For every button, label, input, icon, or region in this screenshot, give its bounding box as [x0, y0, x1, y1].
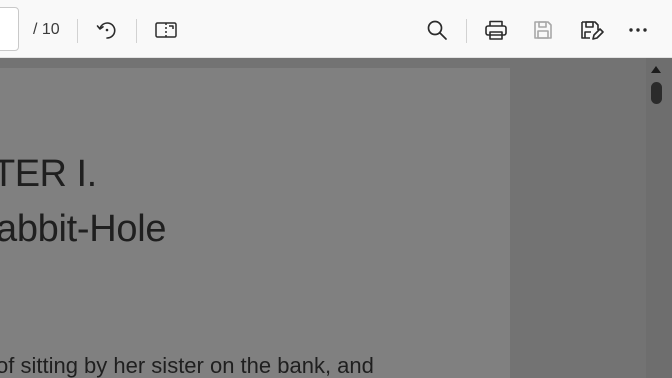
scrollbar-thumb[interactable]: [651, 82, 662, 104]
rotate-button[interactable]: [92, 15, 122, 45]
rotate-icon: [95, 18, 119, 42]
page-total-label: / 10: [33, 21, 60, 38]
toolbar-divider: [77, 19, 78, 43]
save-icon: [531, 18, 555, 42]
vertical-scrollbar[interactable]: [646, 58, 672, 378]
chapter-heading: TER I.: [0, 153, 97, 195]
toolbar: / 10: [0, 0, 672, 58]
scroll-up-arrow-icon[interactable]: [651, 66, 661, 73]
page-view-icon: [153, 18, 179, 42]
print-button[interactable]: [481, 15, 511, 45]
save-button[interactable]: [528, 15, 558, 45]
search-button[interactable]: [422, 15, 452, 45]
page-number-input[interactable]: [0, 7, 19, 51]
body-text-line: of sitting by her sister on the bank, an…: [0, 353, 374, 378]
pdf-viewer: / 10 TER I. abbit-Hole of sitting by her…: [0, 0, 672, 378]
page-view-button[interactable]: [151, 15, 181, 45]
toolbar-divider: [136, 19, 137, 43]
print-icon: [483, 18, 509, 42]
save-as-icon: [578, 18, 604, 42]
more-options-button[interactable]: [623, 15, 653, 45]
search-icon: [425, 18, 449, 42]
more-icon: [626, 18, 650, 42]
chapter-subtitle: abbit-Hole: [0, 208, 167, 250]
save-as-button[interactable]: [576, 15, 606, 45]
toolbar-divider: [466, 19, 467, 43]
